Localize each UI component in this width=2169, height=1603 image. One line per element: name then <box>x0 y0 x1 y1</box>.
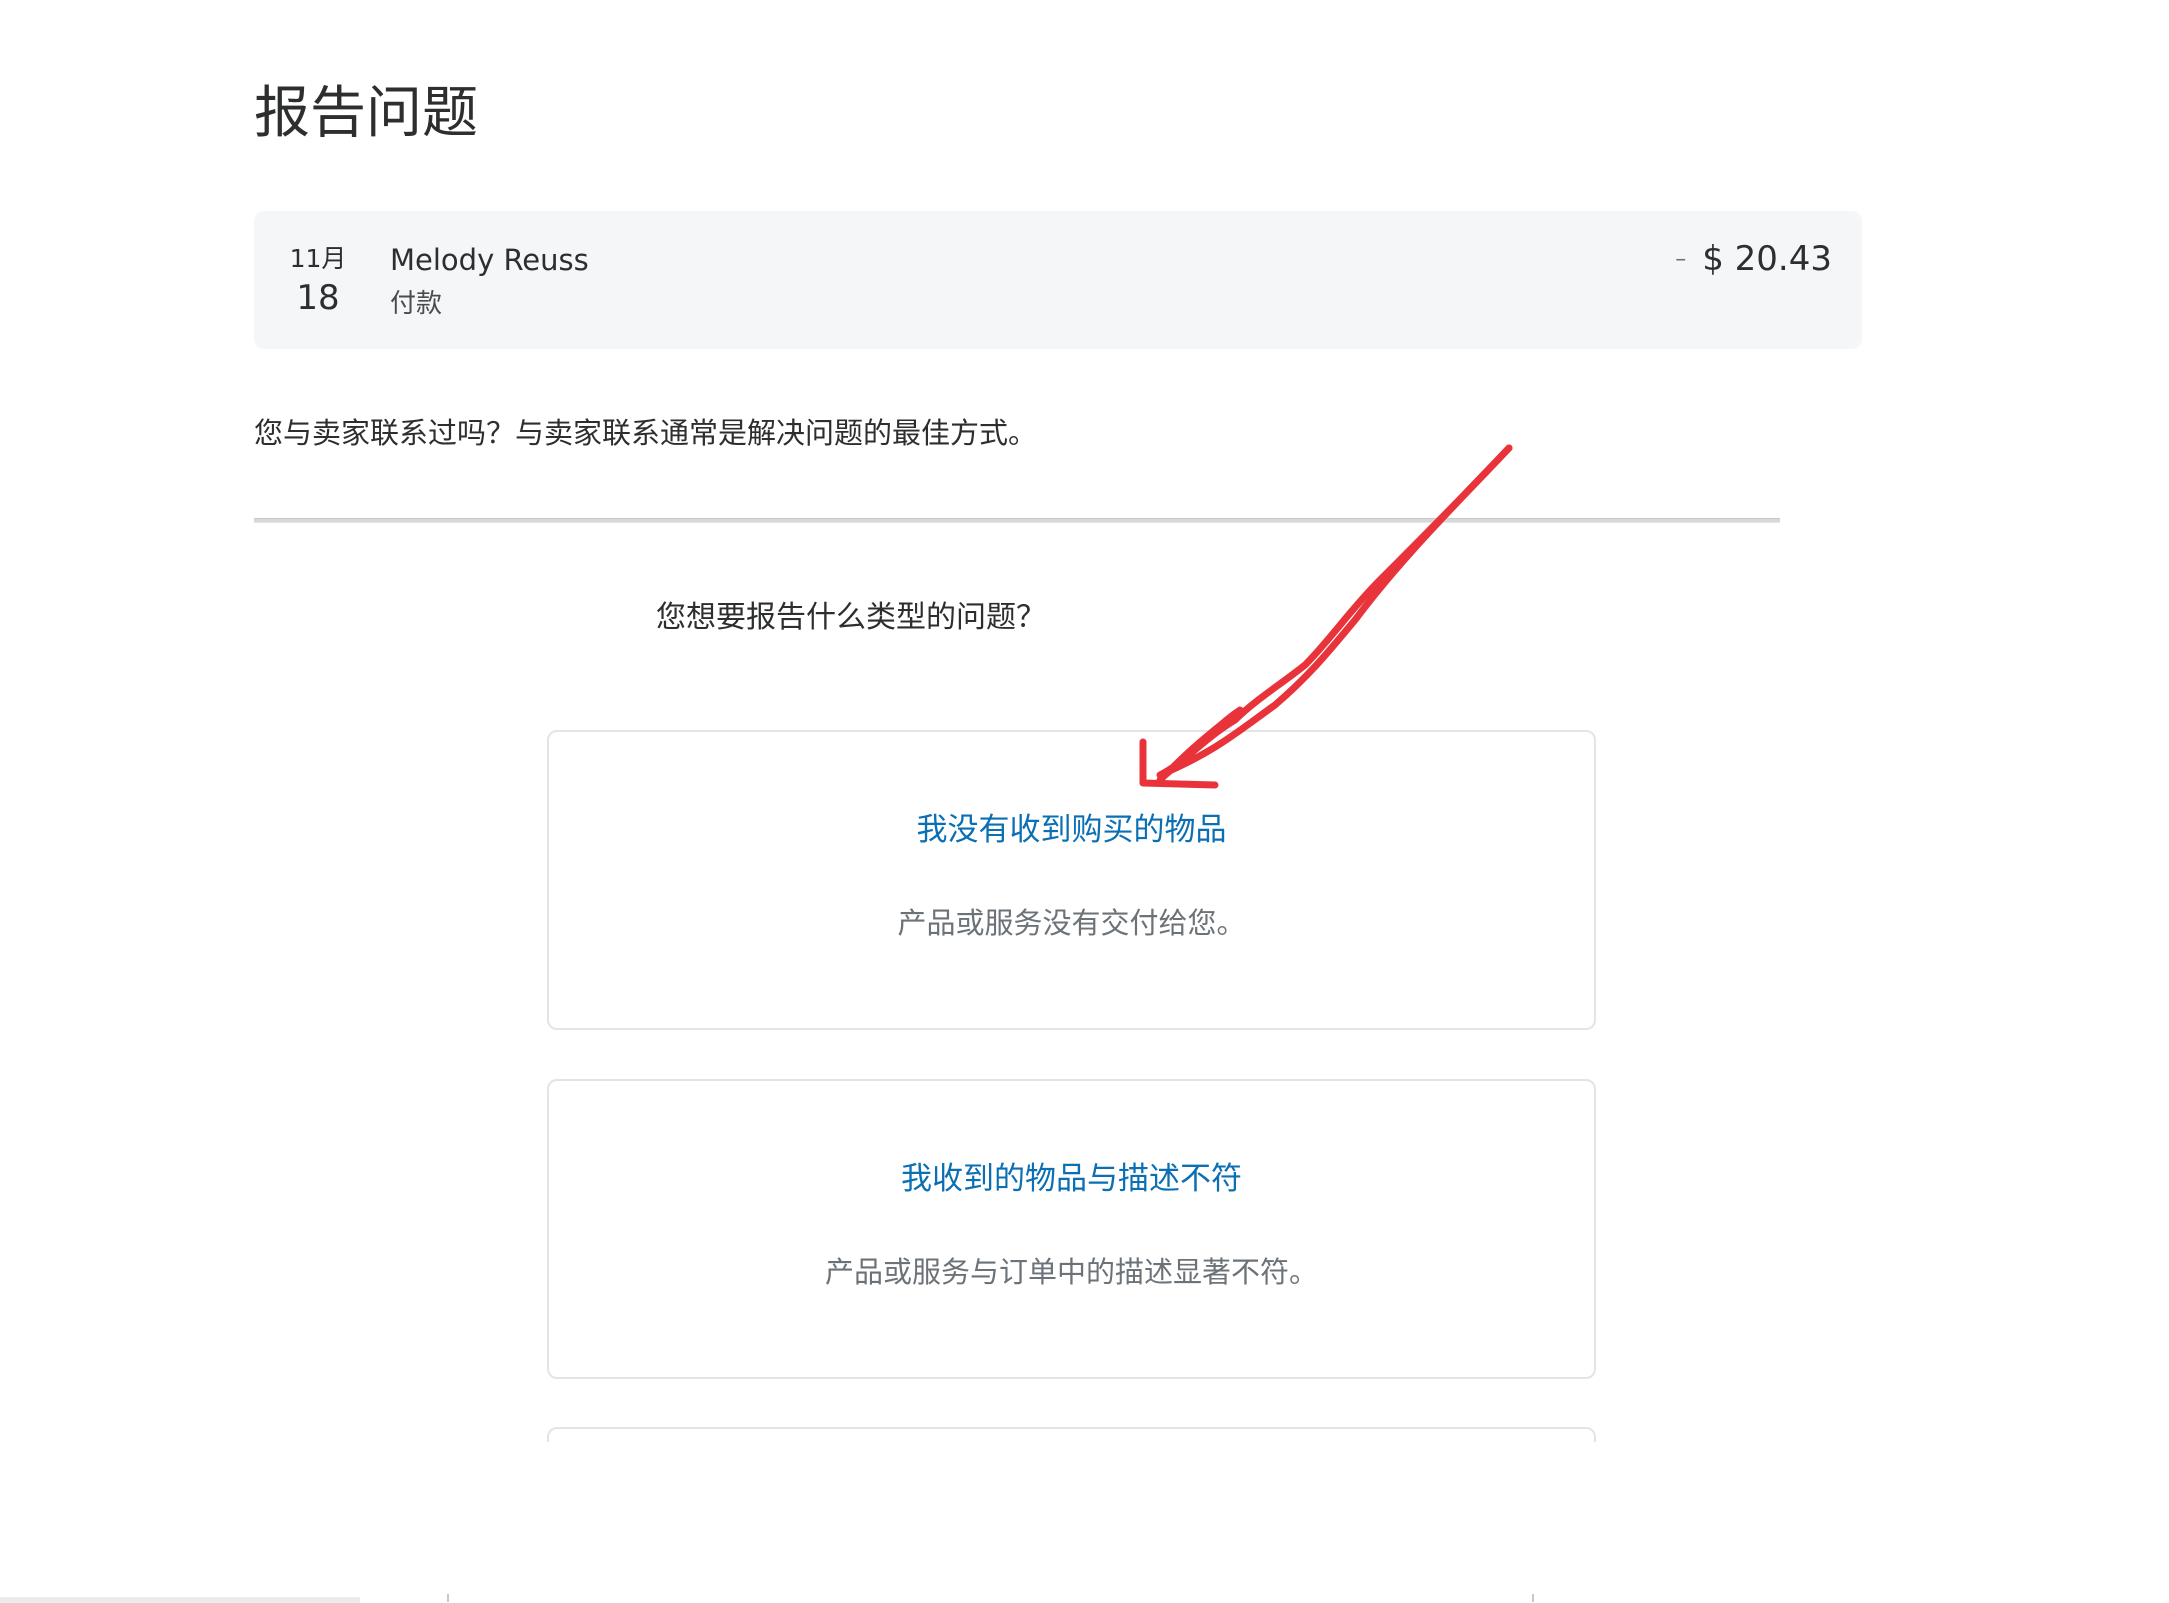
option-description: 产品或服务没有交付给您。 <box>897 906 1246 940</box>
transaction-merchant-name: Melody Reuss <box>390 243 589 277</box>
transaction-type: 付款 <box>390 289 443 319</box>
bottom-scrollbar-track <box>0 1597 360 1603</box>
transaction-amount-value: $ 20.43 <box>1702 239 1832 279</box>
transaction-month: 11月 <box>289 244 347 273</box>
bottom-tick-mark <box>447 1594 449 1602</box>
option-title: 我收到的物品与描述不符 <box>901 1161 1242 1197</box>
page-title: 报告问题 <box>254 81 478 146</box>
option-item-partial[interactable] <box>547 1427 1596 1442</box>
option-item-not-received[interactable]: 我没有收到购买的物品 产品或服务没有交付给您。 <box>547 730 1596 1030</box>
transaction-date: 11月 18 <box>286 244 350 317</box>
option-item-not-as-described[interactable]: 我收到的物品与描述不符 产品或服务与订单中的描述显著不符。 <box>547 1079 1596 1379</box>
option-description: 产品或服务与订单中的描述显著不符。 <box>824 1255 1318 1289</box>
section-divider <box>254 518 1780 523</box>
transaction-day: 18 <box>296 278 340 318</box>
transaction-amount: – $ 20.43 <box>1675 239 1832 280</box>
transaction-summary-card: 11月 18 Melody Reuss 付款 – $ 20.43 <box>254 211 1862 349</box>
bottom-tick-mark <box>1532 1594 1534 1602</box>
contact-seller-note: 您与卖家联系过吗？与卖家联系通常是解决问题的最佳方式。 <box>254 416 1038 450</box>
transaction-sign: – <box>1675 247 1687 273</box>
issue-type-question: 您想要报告什么类型的问题？ <box>656 600 1046 635</box>
option-title: 我没有收到购买的物品 <box>916 812 1227 848</box>
